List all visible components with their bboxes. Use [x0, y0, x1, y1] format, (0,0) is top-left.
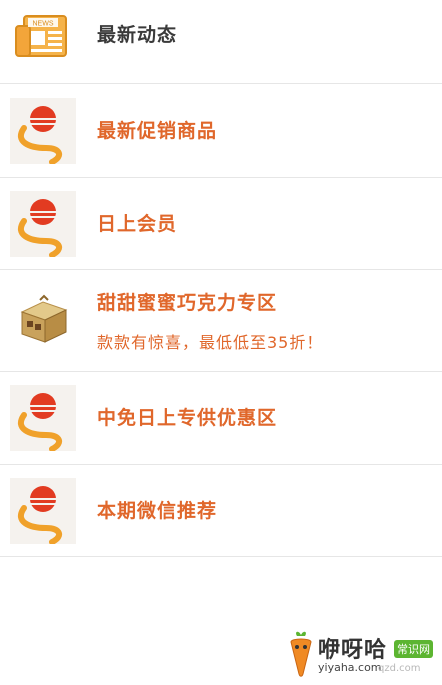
- list-item-title: 本期微信推荐: [97, 500, 218, 522]
- list-item-subtitle: 款款有惊喜，最低低至35折！: [97, 333, 324, 352]
- sun-logo-icon: [10, 98, 76, 164]
- menu-list: 最新促销商品 日上会员 甜甜蜜蜜巧克力专区 款款有惊喜，最低低至35折！ 中免日…: [0, 84, 442, 557]
- watermark-brand: 咿呀哈: [318, 638, 388, 663]
- news-icon-label: NEWS: [33, 21, 54, 28]
- news-icon: NEWS: [15, 15, 67, 57]
- news-header: NEWS 最新动态: [0, 0, 442, 84]
- sun-logo-icon: [10, 191, 76, 257]
- list-item-title: 日上会员: [97, 213, 178, 235]
- list-item-promotions[interactable]: 最新促销商品: [0, 84, 442, 178]
- list-item-exclusive-deals[interactable]: 中免日上专供优惠区: [0, 372, 442, 465]
- list-item-title: 甜甜蜜蜜巧克力专区: [97, 292, 278, 314]
- list-item-title: 中免日上专供优惠区: [97, 407, 278, 429]
- watermark-url: yiyaha.com: [318, 661, 382, 674]
- sun-logo-icon: [10, 385, 76, 451]
- watermark-url-secondary: qzd.com: [378, 663, 421, 674]
- watermark-badge: 常识网: [394, 640, 433, 658]
- list-item-chocolate[interactable]: 甜甜蜜蜜巧克力专区 款款有惊喜，最低低至35折！: [0, 270, 442, 372]
- chocolate-box-icon: [10, 288, 76, 354]
- list-item-title: 最新促销商品: [97, 120, 218, 142]
- list-item-membership[interactable]: 日上会员: [0, 178, 442, 270]
- section-title: 最新动态: [97, 24, 178, 46]
- carrot-mascot-icon: [290, 631, 312, 677]
- site-watermark: 咿呀哈 常识网 yiyaha.com qzd.com: [286, 630, 436, 680]
- sun-logo-icon: [10, 478, 76, 544]
- list-item-wechat-picks[interactable]: 本期微信推荐: [0, 465, 442, 557]
